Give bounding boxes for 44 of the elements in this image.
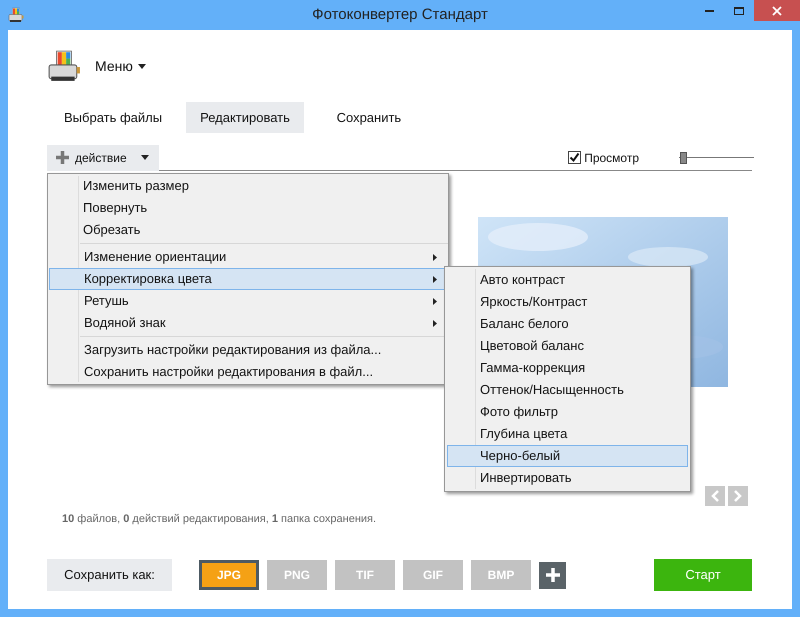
menu-item[interactable]: Сохранить настройки редактирования в файл...: [49, 361, 448, 383]
chevron-left-icon: [711, 490, 719, 502]
submenu-arrow-icon: [433, 254, 437, 260]
action-button[interactable]: действие: [47, 144, 159, 170]
submenu-arrow-icon: [433, 320, 437, 326]
submenu-arrow-icon: [433, 276, 437, 282]
menu-item[interactable]: Фото фильтр: [447, 401, 688, 423]
tab[interactable]: Выбрать файлы: [50, 102, 176, 133]
app-logo-icon: [8, 7, 24, 23]
save-as-label: Сохранить как:: [47, 559, 172, 591]
window-title: Фотоконвертер Стандарт: [312, 4, 488, 25]
menu-item[interactable]: Оттенок/Насыщенность: [447, 379, 688, 401]
preview-checkbox[interactable]: [568, 151, 582, 164]
plus-icon: [546, 568, 560, 582]
menu-item[interactable]: Глубина цвета: [447, 423, 688, 445]
menu-button[interactable]: Меню: [95, 56, 146, 76]
close-icon: [772, 6, 782, 16]
tab[interactable]: Редактировать: [186, 102, 304, 133]
add-format-button[interactable]: [539, 562, 566, 588]
menu-item[interactable]: Авто контраст: [447, 269, 688, 291]
plus-icon: [56, 151, 69, 164]
close-button[interactable]: [754, 0, 800, 21]
menu-item[interactable]: Загрузить настройки редактирования из файла...: [49, 339, 448, 361]
tab[interactable]: Сохранить: [314, 102, 424, 133]
menu-item[interactable]: Обрезать: [48, 219, 448, 241]
menu-item[interactable]: Ретушь: [49, 290, 448, 312]
status-text: 10 файлов, 0 действий редактирования, 1 папка сохранения.: [62, 512, 376, 527]
menu-item[interactable]: Цветовой баланс: [447, 335, 688, 357]
caret-icon: [138, 64, 146, 68]
menu-item[interactable]: Повернуть: [48, 197, 448, 219]
preview-label: Просмотр: [584, 150, 639, 166]
app-logo-icon: [47, 49, 81, 83]
caret-icon: [140, 155, 149, 160]
menu-item[interactable]: Баланс белого: [447, 313, 688, 335]
menu-item[interactable]: Гамма-коррекция: [447, 357, 688, 379]
menu-item[interactable]: Инвертировать: [447, 467, 688, 489]
menu-item[interactable]: Черно-белый: [447, 445, 688, 467]
menu-item[interactable]: Водяной знак: [49, 312, 448, 334]
submenu-arrow-icon: [433, 298, 437, 304]
zoom-slider[interactable]: [679, 152, 754, 164]
menu-item[interactable]: Изменить размер: [48, 175, 448, 197]
menu-item[interactable]: Яркость/Контраст: [447, 291, 688, 313]
menu-item[interactable]: Изменение ориентации: [49, 246, 448, 268]
chevron-right-icon: [734, 490, 742, 502]
